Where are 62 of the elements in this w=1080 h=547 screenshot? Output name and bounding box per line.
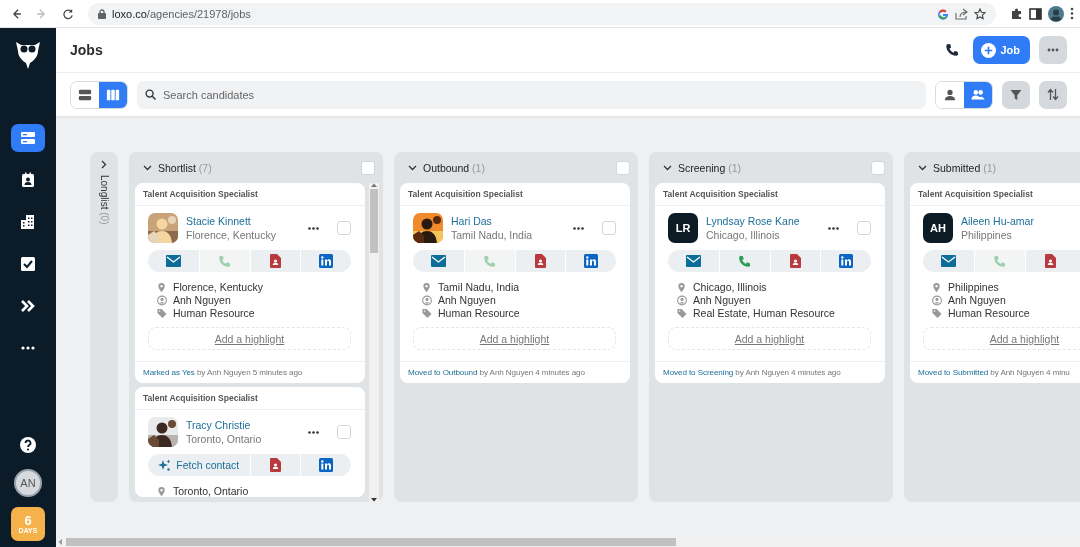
- detail-text: Anh Nguyen: [173, 294, 231, 306]
- column-title: Outbound (1): [423, 161, 486, 174]
- candidate-card[interactable]: Talent Acquisition Specialist AH Aileen Hu-amar Philippines Philippines Anh Nguyen Human Resource Add a highlight Moved to Submitted by Anh Nguyen 4 minu: [910, 183, 1080, 383]
- activity-link[interactable]: Moved to Screening: [663, 368, 734, 377]
- user-avatar[interactable]: AN: [14, 469, 42, 497]
- job-title: Talent Acquisition Specialist: [135, 387, 365, 410]
- candidate-name[interactable]: Aileen Hu-amar: [961, 215, 1080, 227]
- column-title: Submitted (1): [933, 161, 998, 174]
- search-input[interactable]: Search candidates: [161, 87, 918, 102]
- add-highlight-link[interactable]: Add a highlight: [148, 327, 351, 350]
- detail-text: Real Estate, Human Resource: [693, 307, 835, 319]
- activity-link[interactable]: Marked as Yes: [143, 368, 195, 377]
- candidate-location: Tamil Nadu, India: [451, 229, 534, 241]
- candidate-location: Toronto, Ontario: [186, 433, 263, 445]
- activity-text: Marked as Yes by Anh Nguyen 5 minutes ago: [135, 361, 365, 383]
- candidate-card[interactable]: Talent Acquisition Specialist LR Lyndsay Rose Kane Chicago, Illinois Chicago, Illinois Anh Nguyen Real Estate, Human Resource Add a highlight Moved to Screening by Anh Nguyen 4 minutes ago: [655, 183, 885, 383]
- detail-text: Anh Nguyen: [948, 294, 1006, 306]
- candidate-name[interactable]: Stacie Kinnett: [186, 215, 300, 227]
- address-bar[interactable]: loxo.co/agencies/21978/jobs: [88, 2, 996, 25]
- candidate-location: Philippines: [961, 229, 1013, 241]
- add-highlight-link[interactable]: Add a highlight: [413, 327, 616, 350]
- detail-text: Philippines: [948, 281, 999, 293]
- activity-link[interactable]: Moved to Outbound: [408, 368, 478, 377]
- column-title: Screening (1): [678, 161, 743, 174]
- job-title: Talent Acquisition Specialist: [135, 183, 365, 206]
- candidate-card[interactable]: Talent Acquisition Specialist Stacie Kinnett Florence, Kentucky Florence, Kentucky Anh Nguyen Human Resource Add a highlight Marked as Yes by Anh Nguyen 5 minutes ago: [135, 183, 365, 383]
- detail-text: Anh Nguyen: [438, 294, 496, 306]
- activity-link[interactable]: Moved to Submitted: [918, 368, 989, 377]
- job-title: Talent Acquisition Specialist: [655, 183, 885, 206]
- initials-avatar: AH: [923, 213, 953, 243]
- candidate-card[interactable]: Talent Acquisition Specialist Tracy Christie Toronto, Ontario Fetch contact Toronto, Ontario: [135, 387, 365, 497]
- detail-text: Florence, Kentucky: [173, 281, 263, 293]
- column-title: Shortlist (7): [158, 161, 213, 174]
- candidate-location: Chicago, Illinois: [706, 229, 781, 241]
- collapsed-column[interactable]: Longlist (0): [90, 152, 118, 502]
- detail-text: Human Resource: [438, 307, 520, 319]
- column-title: Longlist (0): [98, 175, 110, 225]
- url-path: /agencies/21978/jobs: [146, 7, 251, 20]
- detail-text: Human Resource: [948, 307, 1030, 319]
- detail-text: Human Resource: [173, 307, 255, 319]
- url-host: loxo.co: [112, 7, 147, 20]
- detail-text: Toronto, Ontario: [173, 485, 249, 497]
- candidate-name[interactable]: Lyndsay Rose Kane: [706, 215, 820, 227]
- candidate-name[interactable]: Tracy Christie: [186, 419, 300, 431]
- candidate-location: Florence, Kentucky: [186, 229, 277, 241]
- job-title: Talent Acquisition Specialist: [910, 183, 1080, 206]
- search-field[interactable]: Search candidates: [137, 80, 926, 109]
- detail-text: Tamil Nadu, India: [438, 281, 520, 293]
- detail-text: Chicago, Illinois: [693, 281, 767, 293]
- initials-avatar: LR: [668, 213, 698, 243]
- candidate-name[interactable]: Hari Das: [451, 215, 565, 227]
- trial-days-count: 6: [24, 514, 32, 527]
- activity-text: Moved to Submitted by Anh Nguyen 4 minu: [910, 361, 1080, 383]
- detail-text: Anh Nguyen: [693, 294, 751, 306]
- add-highlight-link[interactable]: Add a highlight: [923, 327, 1080, 350]
- new-job-button[interactable]: Job: [973, 36, 1030, 64]
- activity-text: Moved to Screening by Anh Nguyen 4 minutes ago: [655, 361, 885, 383]
- job-title: Talent Acquisition Specialist: [400, 183, 630, 206]
- activity-text: Moved to Outbound by Anh Nguyen 4 minutes ago: [400, 361, 630, 383]
- candidate-card[interactable]: Talent Acquisition Specialist Hari Das Tamil Nadu, India Tamil Nadu, India Anh Nguyen Human Resource Add a highlight Moved to Outbound by Anh Nguyen 4 minutes ago: [400, 183, 630, 383]
- page-title: Jobs: [70, 42, 104, 58]
- add-highlight-link[interactable]: Add a highlight: [668, 327, 871, 350]
